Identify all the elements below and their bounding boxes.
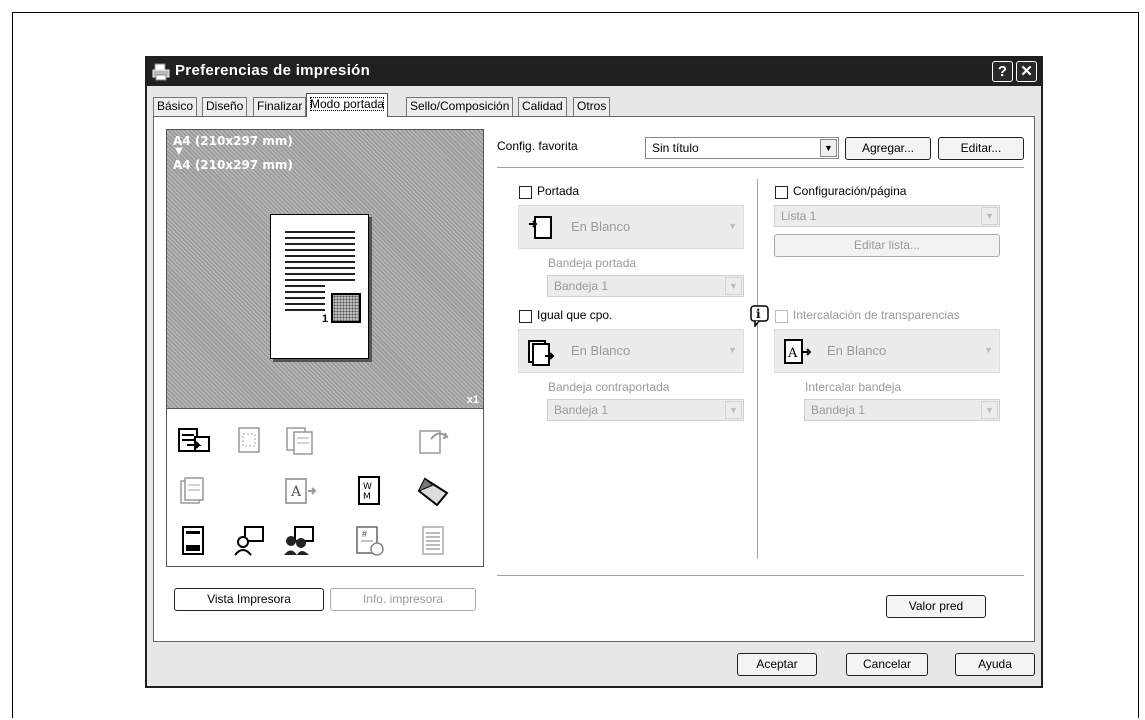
- cover-page-icon: [527, 214, 555, 242]
- preview-page: 1: [270, 214, 369, 359]
- paper-size-output: A4 (210x297 mm): [173, 158, 293, 172]
- window-title: Preferencias de impresión: [175, 62, 371, 79]
- bottom-separator: [497, 575, 1024, 576]
- per-page-label: Configuración/página: [793, 184, 907, 198]
- back-cover-type-select[interactable]: En Blanco ▼: [518, 329, 744, 373]
- back-cover-tray-value: Bandeja 1: [554, 403, 609, 417]
- cover-label: Portada: [537, 184, 580, 198]
- add-favorite-button[interactable]: Agregar...: [845, 137, 931, 160]
- feature-icon-panel: A WM #: [166, 409, 484, 567]
- paper-size-original: A4 (210x297 mm): [173, 134, 293, 148]
- close-button[interactable]: ✕: [1016, 61, 1037, 82]
- tab-finalizar[interactable]: Finalizar: [253, 97, 307, 116]
- cover-tray-select[interactable]: Bandeja 1 ▼: [547, 275, 744, 297]
- cover-checkbox[interactable]: [519, 186, 532, 199]
- favorites-value: Sin título: [652, 141, 699, 155]
- svg-text:i: i: [756, 307, 761, 321]
- help-button[interactable]: Ayuda: [955, 653, 1035, 676]
- restore-defaults-button[interactable]: Valor pred: [886, 595, 986, 618]
- stamp-preview-icon: [331, 293, 361, 323]
- edit-list-button[interactable]: Editar lista...: [774, 234, 1000, 257]
- svg-text:A: A: [290, 484, 302, 500]
- favorites-select[interactable]: Sin título ▼: [645, 137, 839, 159]
- copies-count: x1: [466, 394, 479, 406]
- account-track-icon[interactable]: [283, 525, 317, 557]
- close-icon: ✕: [1020, 63, 1033, 80]
- poster-mode-icon[interactable]: [233, 425, 267, 457]
- cover-tray-value: Bandeja 1: [554, 279, 609, 293]
- chevron-down-icon: ▼: [728, 221, 737, 231]
- cover-type-select[interactable]: En Blanco ▼: [518, 205, 744, 249]
- svg-text:#: #: [362, 529, 367, 539]
- per-page-list-value: Lista 1: [781, 209, 817, 223]
- chevron-down-icon: ▼: [725, 401, 742, 419]
- info-icon[interactable]: i: [750, 305, 770, 329]
- print-preferences-dialog: Preferencias de impresión ? ✕ Básico Dis…: [145, 56, 1043, 688]
- cancel-button[interactable]: Cancelar: [846, 653, 928, 676]
- title-bar[interactable]: Preferencias de impresión ? ✕: [147, 58, 1041, 86]
- printer-view-button[interactable]: Vista Impresora: [174, 588, 324, 611]
- transparency-tray-label: Intercalar bandeja: [805, 380, 902, 394]
- tab-calidad[interactable]: Calidad: [518, 97, 567, 116]
- print-preview: A4 (210x297 mm) ▼ A4 (210x297 mm) 1 x1: [166, 129, 484, 409]
- back-cover-tray-select[interactable]: Bandeja 1 ▼: [547, 399, 744, 421]
- back-cover-type-value: En Blanco: [571, 343, 631, 358]
- rotate-page-icon[interactable]: [417, 425, 451, 457]
- header-footer-icon[interactable]: [177, 525, 211, 557]
- edit-favorite-button[interactable]: Editar...: [938, 137, 1024, 160]
- chevron-down-icon: ▼: [984, 345, 993, 355]
- chevron-down-icon: ▼: [728, 345, 737, 355]
- favorites-label: Config. favorita: [497, 139, 578, 153]
- down-arrow-icon: ▼: [175, 146, 183, 157]
- copies-stack-icon[interactable]: [177, 475, 211, 507]
- user-auth-icon[interactable]: [233, 525, 267, 557]
- transparency-type-value: En Blanco: [827, 343, 887, 358]
- overlay-icon[interactable]: [417, 475, 451, 507]
- transparency-checkbox[interactable]: [775, 310, 788, 323]
- transparency-interleave-icon[interactable]: A: [283, 475, 317, 507]
- back-cover-label: Igual que cpo.: [537, 308, 613, 322]
- cover-mode-panel: A4 (210x297 mm) ▼ A4 (210x297 mm) 1 x1 A…: [153, 116, 1035, 642]
- tab-basico[interactable]: Básico: [153, 97, 198, 116]
- page-number-stamp-icon[interactable]: #: [353, 525, 387, 557]
- help-title-button[interactable]: ?: [992, 61, 1013, 82]
- svg-text:W: W: [363, 482, 372, 492]
- transparency-tray-select[interactable]: Bandeja 1 ▼: [804, 399, 1000, 421]
- printer-info-button[interactable]: Info. impresora: [330, 588, 476, 611]
- text-page-icon[interactable]: [417, 525, 451, 557]
- tab-sello-composicion[interactable]: Sello/Composición: [406, 97, 514, 116]
- tab-modo-portada-label: Modo portada: [310, 97, 385, 111]
- separator: [497, 167, 1024, 168]
- svg-text:M: M: [363, 492, 371, 502]
- watermark-icon[interactable]: WM: [353, 475, 387, 507]
- cover-tray-label: Bandeja portada: [548, 256, 637, 270]
- chevron-down-icon: ▼: [820, 139, 837, 157]
- transparency-page-icon: A: [783, 338, 812, 366]
- tab-diseno[interactable]: Diseño: [202, 97, 248, 116]
- output-tray-icon[interactable]: [177, 425, 211, 457]
- column-divider: [757, 179, 758, 559]
- chevron-down-icon: ▼: [725, 277, 742, 295]
- transparency-tray-value: Bandeja 1: [811, 403, 866, 417]
- chevron-down-icon: ▼: [981, 401, 998, 419]
- back-cover-checkbox[interactable]: [519, 310, 532, 323]
- svg-text:A: A: [787, 346, 798, 361]
- back-cover-tray-label: Bandeja contraportada: [548, 380, 670, 394]
- back-cover-page-icon: [527, 338, 555, 366]
- per-page-list-select[interactable]: Lista 1 ▼: [774, 205, 1000, 227]
- printer-app-icon: [152, 63, 170, 81]
- page-number: 1: [322, 313, 329, 325]
- ok-button[interactable]: Aceptar: [737, 653, 817, 676]
- per-page-checkbox[interactable]: [775, 186, 788, 199]
- tab-otros[interactable]: Otros: [573, 97, 611, 116]
- transparency-label: Intercalación de transparencias: [793, 308, 960, 322]
- cover-type-value: En Blanco: [571, 219, 631, 234]
- tab-modo-portada[interactable]: Modo portada: [306, 93, 389, 117]
- duplex-icon[interactable]: [283, 425, 317, 457]
- chevron-down-icon: ▼: [981, 207, 998, 225]
- transparency-type-select[interactable]: A En Blanco ▼: [774, 329, 1000, 373]
